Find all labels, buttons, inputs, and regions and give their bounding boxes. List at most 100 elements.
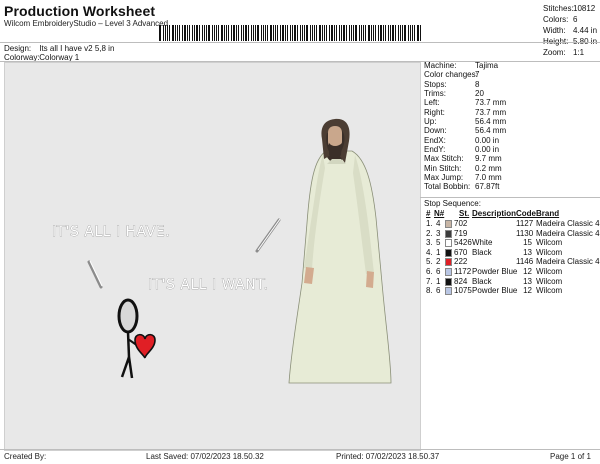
thread-color-swatch bbox=[445, 277, 452, 286]
created-by: Created By: bbox=[4, 452, 47, 461]
row-code: 15 bbox=[523, 238, 532, 248]
machine-stats: Machine: Tajima Color changes:7 Stops: 8 T… bbox=[424, 61, 600, 192]
stat-color-changes: Color changes:7 bbox=[424, 70, 480, 80]
row-code: 13 bbox=[523, 276, 532, 286]
row-needle: 6 bbox=[436, 267, 441, 276]
stat-max-jump: Max Jump: 7.0 mm bbox=[424, 173, 502, 183]
row-code: 1146 bbox=[516, 257, 534, 267]
stat-down: Down: 56.4 mm bbox=[424, 126, 507, 136]
row-brand: Wilcom bbox=[536, 238, 563, 248]
last-saved: Last Saved: 07/02/2023 18.50.32 bbox=[146, 452, 264, 461]
header-num: # bbox=[426, 209, 431, 218]
jesus-figure bbox=[288, 118, 392, 384]
row-code: 1127 bbox=[516, 219, 534, 228]
stat-total-bobbin: Total Bobbin: 67.87ft bbox=[424, 182, 500, 192]
thread-color-swatch bbox=[445, 287, 452, 296]
stop-sequence-row: 5. 2 222 1146 Madeira Classic 40 bbox=[424, 257, 600, 267]
summary-panel: Stitches:10812 Colors:6 Width:4.44 in He… bbox=[543, 3, 597, 58]
page-number: Page 1 of 1 bbox=[550, 452, 591, 461]
row-needle: 3 bbox=[436, 228, 441, 238]
stop-sequence-row: 8. 6 1075 Powder Blue 12 Wilcom bbox=[424, 286, 600, 296]
software-name: Wilcom EmbroideryStudio – Level 3 Advanc… bbox=[4, 19, 169, 28]
row-brand: Madeira Classic 40 bbox=[536, 228, 600, 238]
barcode bbox=[159, 25, 421, 41]
stat-left: Left: 73.7 mm bbox=[424, 98, 507, 108]
row-num: 2. bbox=[426, 228, 433, 238]
stop-sequence-row: 7. 1 824 Black 13 Wilcom bbox=[424, 277, 600, 287]
row-stitches: 702 bbox=[454, 219, 468, 228]
row-stitches: 719 bbox=[454, 228, 468, 238]
design-label: Design: bbox=[4, 44, 32, 53]
header-stitches: St. bbox=[459, 209, 470, 218]
row-code: 13 bbox=[523, 247, 532, 257]
text-its-all-i-have: IT'S ALL I HAVE. bbox=[52, 224, 170, 240]
design-row: Design: Its all I have v2 5,8 in bbox=[4, 44, 114, 53]
header-needle: N# bbox=[434, 209, 445, 218]
dash-mark-left bbox=[87, 260, 103, 289]
row-stitches: 5426 bbox=[454, 238, 472, 248]
design-name: Its all I have v2 5,8 in bbox=[39, 44, 115, 53]
row-code: 12 bbox=[523, 267, 532, 276]
stat-machine: Machine: Tajima bbox=[424, 61, 499, 70]
row-num: 3. bbox=[426, 238, 433, 248]
row-code: 1130 bbox=[516, 228, 534, 238]
stat-max-stitch: Max Stitch: 9.7 mm bbox=[424, 154, 502, 164]
thread-color-swatch bbox=[445, 220, 452, 228]
row-stitches: 1172 bbox=[454, 267, 472, 276]
row-stitches: 670 bbox=[454, 247, 468, 257]
row-needle: 2 bbox=[436, 257, 441, 267]
thread-color-swatch bbox=[445, 248, 452, 257]
stop-sequence-row: 6. 6 1172 Powder Blue 12 Wilcom bbox=[424, 267, 600, 277]
row-num: 1. bbox=[426, 219, 433, 228]
row-brand: Wilcom bbox=[536, 267, 563, 276]
summary-width: Width: 4.44 in bbox=[543, 26, 598, 35]
summary-stitches: Stitches:10812 bbox=[543, 4, 596, 13]
header-brand: Brand bbox=[536, 209, 560, 218]
row-description: Black bbox=[472, 276, 492, 286]
row-brand: Wilcom bbox=[536, 276, 563, 286]
dash-mark-right bbox=[255, 218, 281, 253]
summary-zoom: Zoom: 1:1 bbox=[543, 48, 585, 57]
stat-right: Right: 73.7 mm bbox=[424, 107, 507, 117]
divider-stats bbox=[420, 197, 600, 198]
divider-top bbox=[0, 42, 600, 43]
row-num: 5. bbox=[426, 257, 433, 267]
divider-footer bbox=[0, 449, 600, 450]
printed-date: Printed: 07/02/2023 18.50.37 bbox=[336, 452, 440, 461]
stop-sequence-row: 4. 1 670 Black 13 Wilcom bbox=[424, 248, 600, 258]
worksheet-title: Production Worksheet bbox=[4, 3, 156, 19]
stop-sequence-row: 2. 3 719 1130 Madeira Classic 40 bbox=[424, 229, 600, 239]
stat-min-stitch: Min Stitch: 0.2 mm bbox=[424, 163, 502, 173]
row-num: 8. bbox=[426, 286, 433, 296]
row-brand: Wilcom bbox=[536, 247, 563, 257]
row-description: Black bbox=[472, 247, 492, 257]
row-needle: 5 bbox=[436, 238, 441, 248]
thread-color-swatch bbox=[445, 258, 452, 267]
row-stitches: 222 bbox=[454, 257, 468, 267]
row-needle: 1 bbox=[436, 276, 441, 286]
row-num: 6. bbox=[426, 267, 433, 276]
row-num: 4. bbox=[426, 247, 433, 257]
row-code: 12 bbox=[523, 286, 532, 296]
row-description: Powder Blue bbox=[472, 267, 518, 276]
thread-color-swatch bbox=[445, 229, 452, 238]
row-needle: 4 bbox=[436, 219, 441, 228]
stick-figure bbox=[117, 298, 156, 379]
header-description: Description bbox=[472, 209, 517, 218]
thread-color-swatch bbox=[445, 239, 452, 248]
header-code: Code bbox=[516, 209, 536, 218]
row-needle: 6 bbox=[436, 286, 441, 296]
text-its-all-i-want: IT'S ALL I WANT. bbox=[148, 277, 269, 293]
embroidery-artwork: IT'S ALL I HAVE. IT'S ALL I WANT. bbox=[52, 118, 392, 384]
heart-icon bbox=[134, 333, 156, 359]
stat-trims: Trims: 20 bbox=[424, 89, 484, 99]
row-stitches: 824 bbox=[454, 276, 468, 286]
stop-sequence-row: 3. 5 5426 White 15 Wilcom bbox=[424, 238, 600, 248]
stat-endx: EndX: 0.00 in bbox=[424, 135, 500, 145]
stat-endy: EndY: 0.00 in bbox=[424, 145, 500, 155]
design-preview: IT'S ALL I HAVE. IT'S ALL I WANT. bbox=[4, 62, 421, 451]
row-needle: 1 bbox=[436, 247, 441, 257]
summary-colors: Colors: 6 bbox=[543, 15, 578, 24]
stop-sequence-row: 1. 4 702 1127 Madeira Classic 40 bbox=[424, 219, 600, 229]
row-num: 7. bbox=[426, 276, 433, 286]
